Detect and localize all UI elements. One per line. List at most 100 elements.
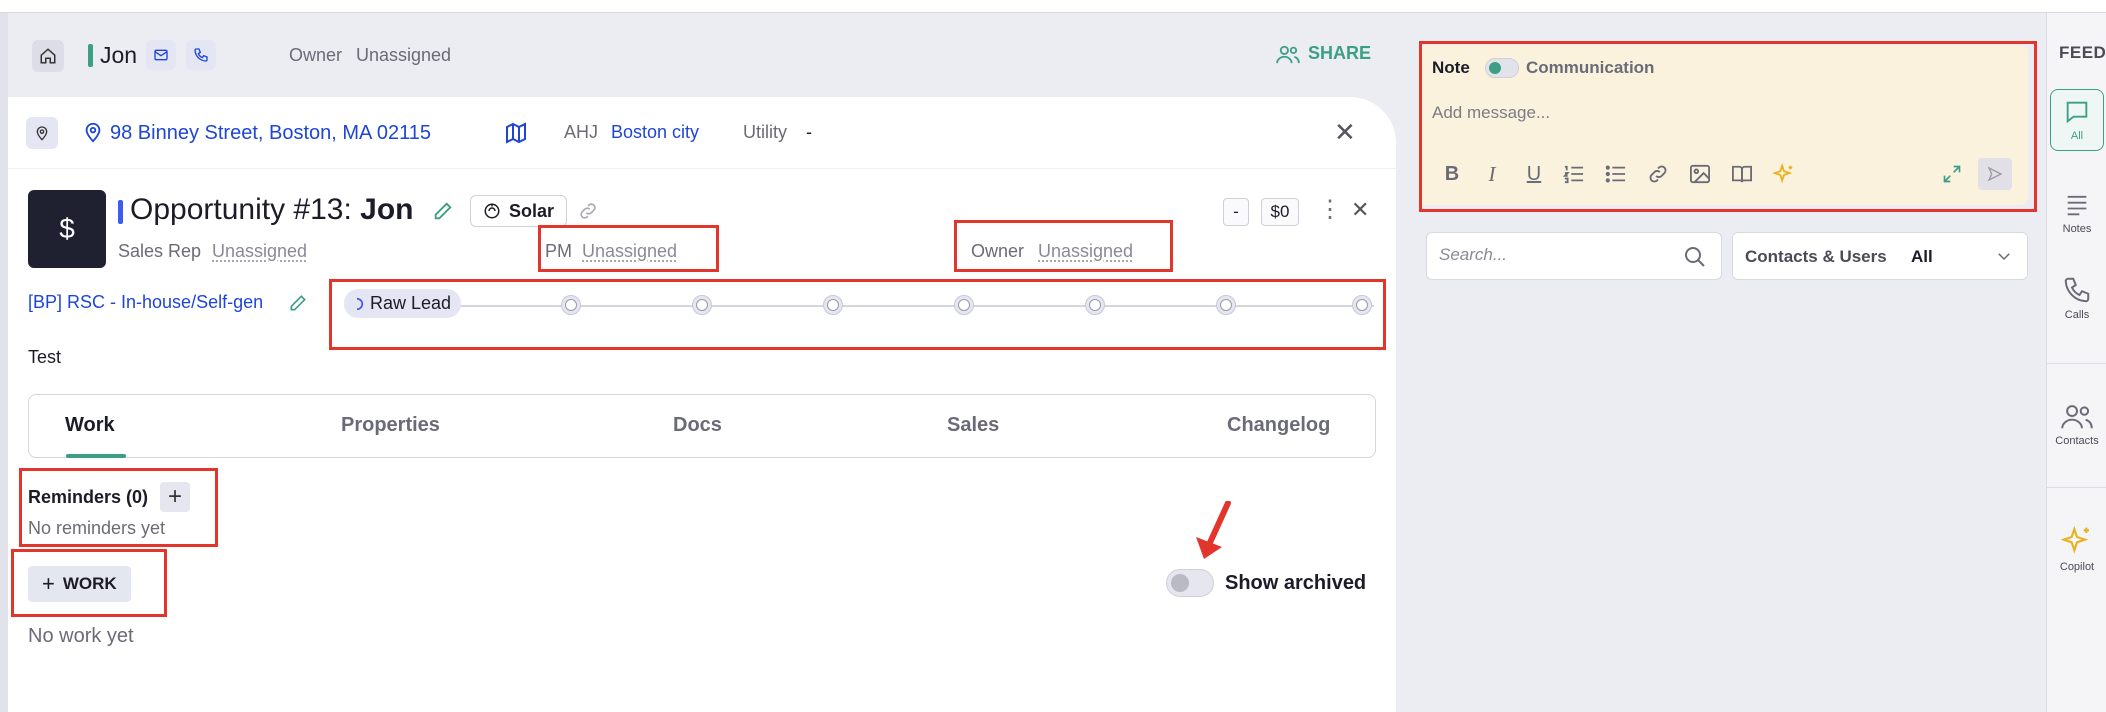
phone-icon[interactable]	[186, 40, 216, 70]
show-archived-label: Show archived	[1225, 572, 1366, 595]
close-address-icon[interactable]: ✕	[1334, 119, 1356, 145]
expand-icon[interactable]	[1940, 162, 1964, 186]
stage-current[interactable]: Raw Lead	[344, 289, 461, 318]
ai-sparkle-icon[interactable]	[1772, 162, 1796, 186]
feed-title: FEED	[2059, 43, 2106, 63]
sidebar-item-all[interactable]: All	[2047, 89, 2106, 151]
message-composer: Note Communication B I U	[1418, 45, 2028, 205]
utility-label: Utility	[743, 122, 787, 143]
contacts-icon	[2061, 401, 2093, 431]
link-icon[interactable]	[1646, 162, 1670, 186]
location-pin-icon[interactable]	[26, 117, 58, 149]
underline-icon[interactable]: U	[1522, 162, 1546, 186]
sidebar-divider	[2047, 487, 2106, 488]
feed-area: Note Communication B I U	[1396, 13, 2046, 712]
amount-badge[interactable]: $0	[1261, 198, 1299, 226]
sales-rep-label: Sales Rep	[118, 241, 201, 262]
solar-chip-label: Solar	[509, 201, 554, 222]
sidebar-contacts-label: Contacts	[2055, 435, 2098, 447]
map-icon[interactable]	[504, 121, 528, 150]
home-icon[interactable]	[32, 40, 64, 72]
sidebar-item-calls[interactable]: Calls	[2047, 275, 2106, 321]
sidebar-item-contacts[interactable]: Contacts	[2047, 401, 2106, 447]
italic-icon[interactable]: I	[1480, 162, 1504, 186]
sidebar-all-label: All	[2071, 130, 2083, 142]
bold-icon[interactable]: B	[1440, 162, 1464, 186]
close-opportunity-icon[interactable]: ✕	[1351, 199, 1369, 221]
feed-sidebar: FEED All Notes Calls Contacts Copilot	[2046, 13, 2106, 712]
stage-step[interactable]	[1352, 295, 1372, 315]
more-options-icon[interactable]: ⋮	[1318, 198, 1342, 222]
opportunity-title-prefix: Opportunity #13:	[130, 193, 352, 226]
minus-button[interactable]: -	[1223, 198, 1249, 226]
left-edge	[0, 13, 8, 712]
edit-pipeline-icon[interactable]	[288, 293, 308, 318]
stage-step[interactable]	[561, 295, 581, 315]
solar-type-chip[interactable]: Solar	[470, 195, 567, 227]
note-communication-toggle[interactable]	[1485, 58, 1519, 78]
notes-icon	[2062, 191, 2092, 219]
utility-value[interactable]: -	[806, 122, 812, 143]
sidebar-calls-label: Calls	[2065, 309, 2089, 321]
sparkle-icon	[2061, 525, 2093, 557]
sidebar-item-copilot[interactable]: Copilot	[2047, 525, 2106, 573]
message-input[interactable]	[1432, 103, 1992, 123]
add-work-button[interactable]: + WORK	[28, 566, 131, 602]
address-pin-icon	[82, 119, 104, 150]
stage-step[interactable]	[692, 295, 712, 315]
share-button[interactable]: SHARE	[1276, 43, 1371, 64]
edit-title-icon[interactable]	[432, 200, 454, 227]
feed-search	[1426, 232, 1722, 280]
contacts-users-select[interactable]: Contacts & Users All	[1732, 232, 2028, 280]
search-input[interactable]	[1439, 245, 1669, 265]
tab-sales[interactable]: Sales	[947, 414, 999, 437]
pipeline-link[interactable]: [BP] RSC - In-house/Self-gen	[28, 292, 263, 313]
email-icon[interactable]	[146, 40, 176, 70]
add-work-label: WORK	[63, 574, 117, 594]
address-link[interactable]: 98 Binney Street, Boston, MA 02115	[110, 122, 431, 145]
reminders-title: Reminders (0)	[28, 487, 148, 508]
chevron-down-icon	[1995, 247, 2013, 270]
tab-properties[interactable]: Properties	[341, 414, 440, 437]
owner-value[interactable]: Unassigned	[1038, 241, 1133, 262]
ordered-list-icon[interactable]	[1562, 162, 1586, 186]
contacts-users-label: Contacts & Users	[1745, 247, 1887, 267]
sales-rep-value[interactable]: Unassigned	[212, 241, 307, 262]
opportunity-title-name: Jon	[360, 193, 413, 226]
sidebar-all-box: All	[2050, 89, 2104, 151]
stage-step[interactable]	[1216, 295, 1236, 315]
link-icon[interactable]	[578, 201, 598, 226]
tab-work[interactable]: Work	[65, 414, 115, 437]
add-reminder-button[interactable]: +	[160, 482, 190, 512]
ahj-value[interactable]: Boston city	[611, 122, 699, 143]
image-icon[interactable]	[1688, 162, 1712, 186]
stage-step[interactable]	[954, 295, 974, 315]
opportunity-title: Opportunity #13: Jon	[130, 193, 414, 227]
send-icon	[1987, 166, 2003, 182]
ahj-label: AHJ	[564, 122, 598, 143]
address-bar: 98 Binney Street, Boston, MA 02115 AHJ B…	[8, 97, 1396, 169]
arrow-annotation-icon	[1194, 501, 1234, 561]
contact-owner-label: Owner	[289, 45, 342, 66]
stage-step[interactable]	[823, 295, 843, 315]
tab-docs[interactable]: Docs	[673, 414, 722, 437]
tab-changelog[interactable]: Changelog	[1227, 414, 1330, 437]
note-label: Note	[1432, 58, 1470, 78]
bullet-list-icon[interactable]	[1604, 162, 1628, 186]
contact-name[interactable]: Jon	[100, 42, 137, 69]
active-tab-indicator	[66, 454, 126, 458]
search-icon[interactable]	[1683, 245, 1707, 274]
stage-step[interactable]	[1085, 295, 1105, 315]
stage-progress-icon	[350, 297, 364, 311]
contacts-users-value: All	[1911, 247, 1933, 267]
show-archived-toggle[interactable]	[1166, 569, 1214, 597]
tab-bar: Work Properties Docs Sales Changelog	[28, 394, 1376, 458]
top-strip	[0, 0, 2106, 13]
pm-value[interactable]: Unassigned	[582, 241, 677, 262]
contact-owner-value[interactable]: Unassigned	[356, 45, 451, 66]
book-icon[interactable]	[1730, 162, 1754, 186]
opportunity-panel: 98 Binney Street, Boston, MA 02115 AHJ B…	[8, 97, 1396, 712]
chat-icon	[2062, 98, 2092, 126]
send-button[interactable]	[1978, 158, 2012, 190]
sidebar-item-notes[interactable]: Notes	[2047, 191, 2106, 235]
